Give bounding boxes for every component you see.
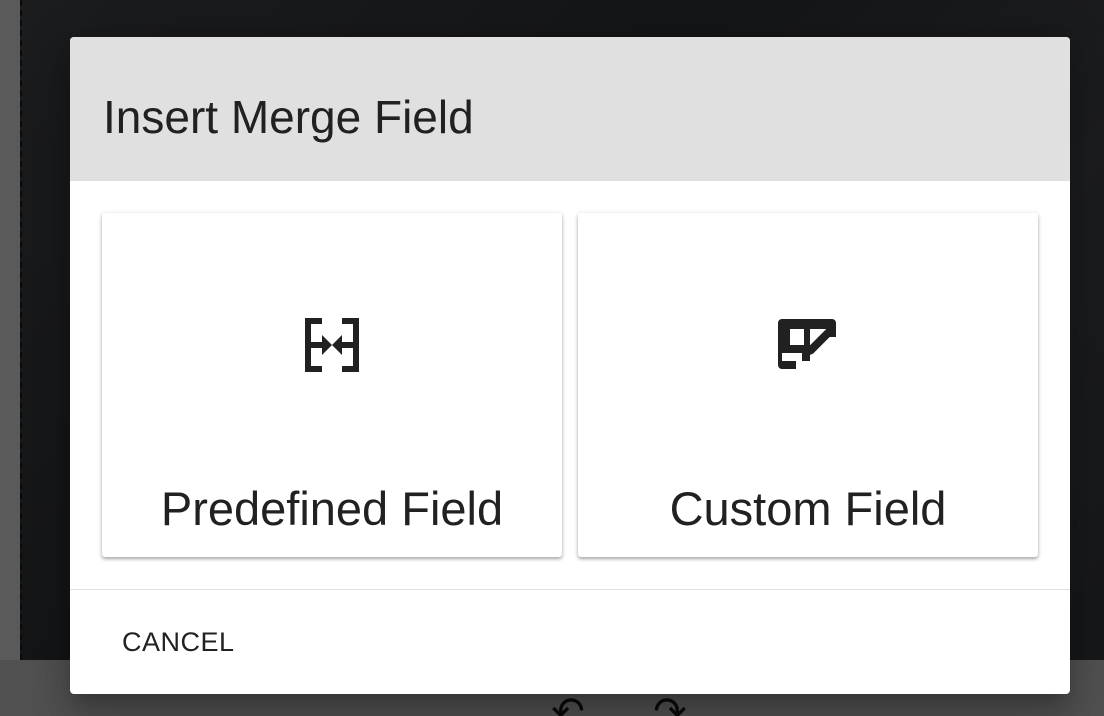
- predefined-field-label: Predefined Field: [160, 482, 504, 535]
- dialog-title: Insert Merge Field: [103, 91, 474, 143]
- app-root: ↶ ↷ Insert Merge Field Predefined Field …: [0, 0, 1104, 716]
- custom-field-option[interactable]: Custom Field: [578, 213, 1038, 557]
- insert-merge-field-dialog: Insert Merge Field Predefined Field Cust…: [70, 37, 1070, 694]
- table-edit-icon: [772, 309, 844, 381]
- dialog-divider: [70, 589, 1070, 590]
- dialog-header: Insert Merge Field: [70, 37, 1070, 181]
- cancel-button[interactable]: CANCEL: [102, 615, 255, 669]
- predefined-field-option[interactable]: Predefined Field: [102, 213, 562, 557]
- merge-fields-icon: [296, 309, 368, 381]
- custom-field-label: Custom Field: [669, 482, 947, 535]
